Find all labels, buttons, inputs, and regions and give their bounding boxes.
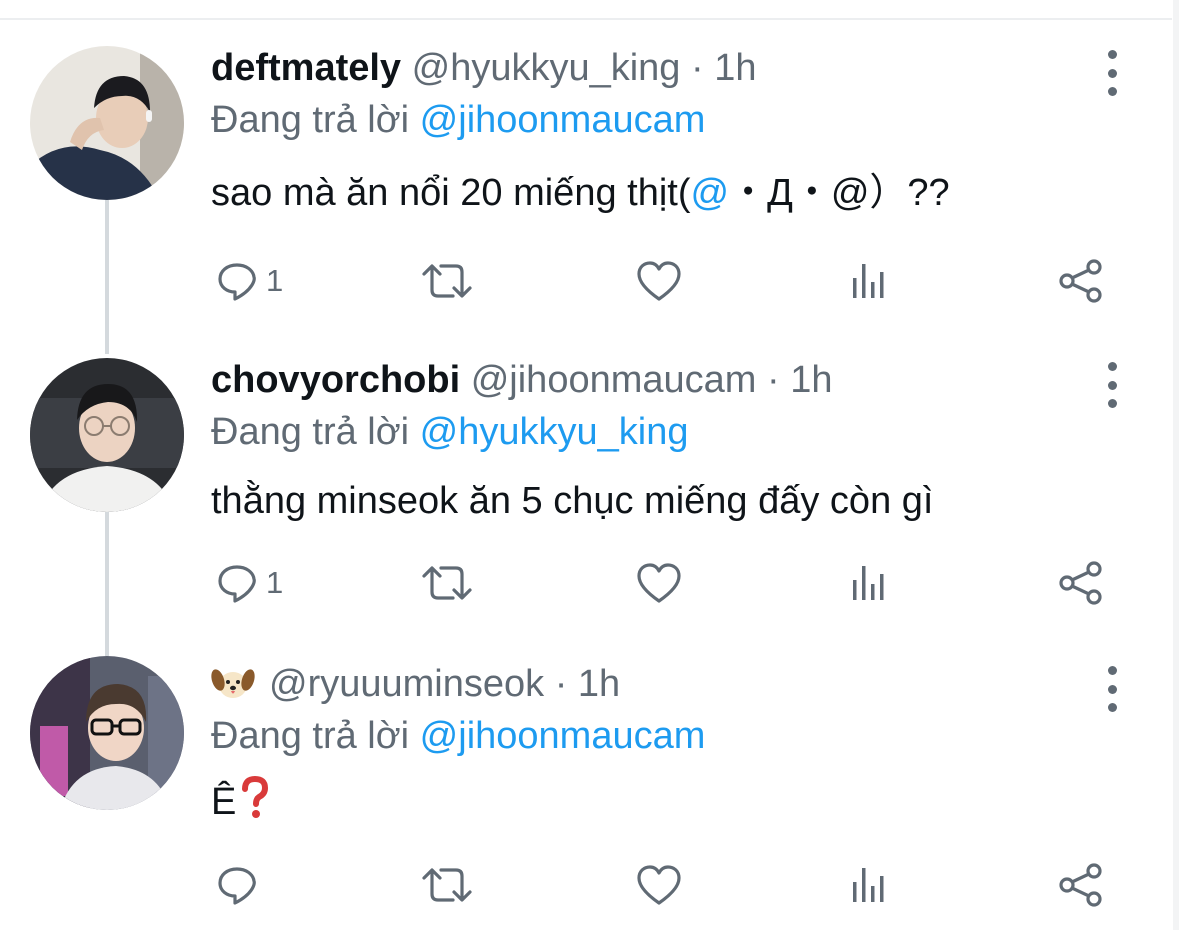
dot: [1107, 362, 1117, 371]
person-avatar-icon: [30, 656, 184, 810]
tweet-text-part: thằng minseok ăn 5 chục miếng đấy còn gì: [211, 480, 934, 522]
timestamp[interactable]: 1h: [790, 359, 832, 401]
analytics-button[interactable]: [850, 256, 888, 306]
retweet-button[interactable]: [420, 558, 474, 608]
reply-mention-link[interactable]: @jihoonmaucam: [420, 715, 706, 757]
tweet-header: @ryuuuminseok · 1h: [211, 662, 620, 706]
like-button[interactable]: [636, 558, 682, 608]
dot: [1107, 666, 1117, 675]
reply-count: 1: [266, 263, 284, 298]
tweet-actions: 1: [0, 558, 1172, 608]
separator: ·: [554, 663, 568, 705]
dot: [1107, 50, 1117, 59]
dot: [1107, 68, 1117, 78]
share-icon: [1059, 561, 1102, 605]
tweet-actions: 1: [0, 256, 1172, 306]
more-vertical-icon[interactable]: [1100, 50, 1124, 96]
timestamp[interactable]: 1h: [714, 47, 756, 89]
more-vertical-icon[interactable]: [1100, 362, 1124, 408]
share-button[interactable]: [1058, 256, 1104, 306]
heart-icon: [637, 261, 681, 301]
dot: [1107, 684, 1117, 694]
analytics-icon: [853, 868, 884, 902]
avatar[interactable]: [30, 358, 184, 512]
replying-to: Đang trả lời @jihoonmaucam: [211, 714, 705, 758]
heart-icon: [637, 563, 681, 603]
retweet-icon: [422, 566, 472, 600]
like-button[interactable]: [636, 256, 682, 306]
separator: ·: [691, 47, 704, 89]
reply-icon: [218, 263, 256, 301]
person-avatar-icon: [30, 46, 184, 200]
reply-prefix: Đang trả lời: [211, 99, 410, 141]
display-name[interactable]: chovyorchobi: [211, 359, 460, 401]
reply-button[interactable]: 1: [216, 256, 283, 306]
reply-tweet[interactable]: chovyorchobi @jihoonmaucam · 1h Đang trả…: [0, 358, 1172, 648]
reply-prefix: Đang trả lời: [211, 411, 410, 453]
reply-icon: [218, 867, 256, 905]
dot: [1107, 703, 1117, 712]
reply-button[interactable]: 1: [216, 558, 283, 608]
avatar[interactable]: [30, 46, 184, 200]
tweet-text: Ê: [211, 775, 270, 825]
scrollbar[interactable]: [1173, 0, 1179, 930]
retweet-icon: [422, 264, 472, 298]
analytics-icon: [853, 566, 884, 600]
dot: [1107, 87, 1117, 96]
avatar[interactable]: [30, 656, 184, 810]
separator: ·: [767, 359, 780, 401]
display-name[interactable]: deftmately: [211, 47, 401, 89]
share-button[interactable]: [1058, 860, 1104, 910]
tweet-text-part: sao mà ăn nổi 20 miếng thịt(: [211, 172, 691, 214]
replying-to: Đang trả lời @hyukkyu_king: [211, 410, 689, 454]
tweet-text: sao mà ăn nổi 20 miếng thịt(@・Д・@）??: [211, 170, 950, 216]
tweet-header: deftmately @hyukkyu_king · 1h: [211, 46, 757, 90]
tweet-actions: [0, 860, 1172, 910]
like-button[interactable]: [636, 860, 682, 910]
timestamp[interactable]: 1h: [578, 663, 620, 705]
share-icon: [1059, 863, 1102, 907]
reply-tweet[interactable]: deftmately @hyukkyu_king · 1h Đang trả l…: [0, 46, 1172, 336]
tweet-header: chovyorchobi @jihoonmaucam · 1h: [211, 358, 833, 402]
dog-face-emoji-icon[interactable]: [211, 666, 255, 700]
user-handle[interactable]: @ryuuuminseok: [269, 663, 544, 705]
reply-thread: deftmately @hyukkyu_king · 1h Đang trả l…: [0, 0, 1179, 930]
heart-icon: [637, 865, 681, 905]
retweet-icon: [422, 868, 472, 902]
more-vertical-icon[interactable]: [1100, 666, 1124, 712]
tweet-text-mention[interactable]: @: [691, 172, 730, 214]
share-icon: [1059, 259, 1102, 303]
reply-tweet[interactable]: @ryuuuminseok · 1h Đang trả lời @jihoonm…: [0, 656, 1172, 922]
analytics-button[interactable]: [850, 558, 888, 608]
tweet-text-part: Ê: [211, 781, 237, 823]
reply-count: 1: [266, 565, 284, 600]
user-handle[interactable]: @jihoonmaucam: [471, 359, 757, 401]
tweet-text-part: ・Д・@）??: [729, 172, 950, 214]
question-mark-emoji-icon: [242, 775, 269, 818]
dot: [1107, 380, 1117, 390]
person-avatar-icon: [30, 358, 184, 512]
reply-mention-link[interactable]: @jihoonmaucam: [420, 99, 706, 141]
tweet-text: thằng minseok ăn 5 chục miếng đấy còn gì: [211, 478, 933, 524]
user-handle[interactable]: @hyukkyu_king: [412, 47, 681, 89]
reply-mention-link[interactable]: @hyukkyu_king: [420, 411, 689, 453]
reply-icon: [218, 565, 256, 603]
share-button[interactable]: [1058, 558, 1104, 608]
replying-to: Đang trả lời @jihoonmaucam: [211, 98, 705, 142]
analytics-button[interactable]: [850, 860, 888, 910]
retweet-button[interactable]: [420, 256, 474, 306]
retweet-button[interactable]: [420, 860, 474, 910]
reply-button[interactable]: [216, 860, 266, 910]
dot: [1107, 399, 1117, 408]
reply-prefix: Đang trả lời: [211, 715, 410, 757]
divider: [0, 18, 1172, 20]
analytics-icon: [853, 264, 884, 298]
